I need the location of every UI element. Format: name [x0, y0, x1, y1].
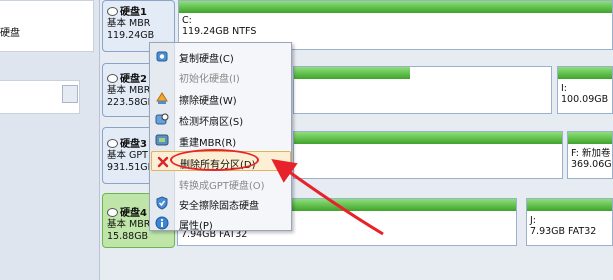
disk-1-type: 基本 MBR [107, 18, 151, 29]
partition-usage-bar [294, 67, 410, 79]
disk-icon [107, 74, 118, 83]
partition-usage-bar [558, 67, 612, 79]
disk-icon [107, 139, 118, 148]
properties-icon [155, 216, 169, 230]
annotation-ellipse [170, 149, 259, 171]
partition-usage-bar [294, 132, 562, 144]
partition-i-letter: I: [561, 83, 568, 94]
menu-item-init-disk[interactable]: 初始化硬盘(I) [151, 66, 291, 86]
menu-item-wipe-disk[interactable]: 擦除硬盘(W) [151, 88, 291, 108]
delete-x-icon [157, 156, 169, 168]
partition-f-detail: 369.06GB [571, 159, 612, 170]
partition-f[interactable]: F: 新加卷369.06GB [567, 131, 613, 179]
disk-4-name: 硬盘4 [120, 208, 147, 219]
disk-1-name: 硬盘1 [120, 7, 147, 18]
partition-usage-bar [568, 132, 612, 144]
partition-f-letter: F: 新加卷 [571, 148, 611, 159]
partition-c-letter: C: [182, 15, 192, 26]
left-dropdown-button[interactable] [62, 85, 78, 103]
copy-disk-icon [156, 51, 168, 62]
disk-2-name: 硬盘2 [120, 74, 147, 85]
partition-i[interactable]: I:100.09GB NT [557, 66, 613, 114]
partition-j-letter: J: [530, 215, 537, 226]
partition-usage-bar [179, 1, 612, 13]
rebuild-mbr-icon [155, 134, 169, 146]
annotation-arrow [271, 158, 384, 236]
disk-icon [107, 7, 118, 16]
partition-j-detail: 7.93GB FAT32 [530, 226, 597, 237]
partition-i-detail: 100.09GB NT [561, 94, 612, 105]
disk-3-name: 硬盘3 [120, 139, 147, 150]
menu-item-rebuild-mbr[interactable]: 重建MBR(R) [151, 130, 291, 150]
check-sector-icon [155, 113, 169, 125]
menu-item-copy-disk[interactable]: 复制硬盘(C) [151, 46, 291, 66]
shield-icon [156, 196, 168, 210]
partition-j[interactable]: J: 7.93GB FAT32 [526, 198, 613, 246]
partition-disk2-1[interactable] [293, 66, 552, 114]
disk-1-size: 119.24GB [107, 30, 155, 41]
disk-icon [107, 208, 118, 217]
menu-item-check-sectors[interactable]: 检测坏扇区(S) [151, 109, 291, 129]
wipe-disk-icon [156, 92, 168, 104]
left-label: 硬盘 [0, 28, 20, 39]
partition-usage-bar [527, 199, 612, 211]
partition-c-detail: 119.24GB NTFS [182, 26, 257, 37]
